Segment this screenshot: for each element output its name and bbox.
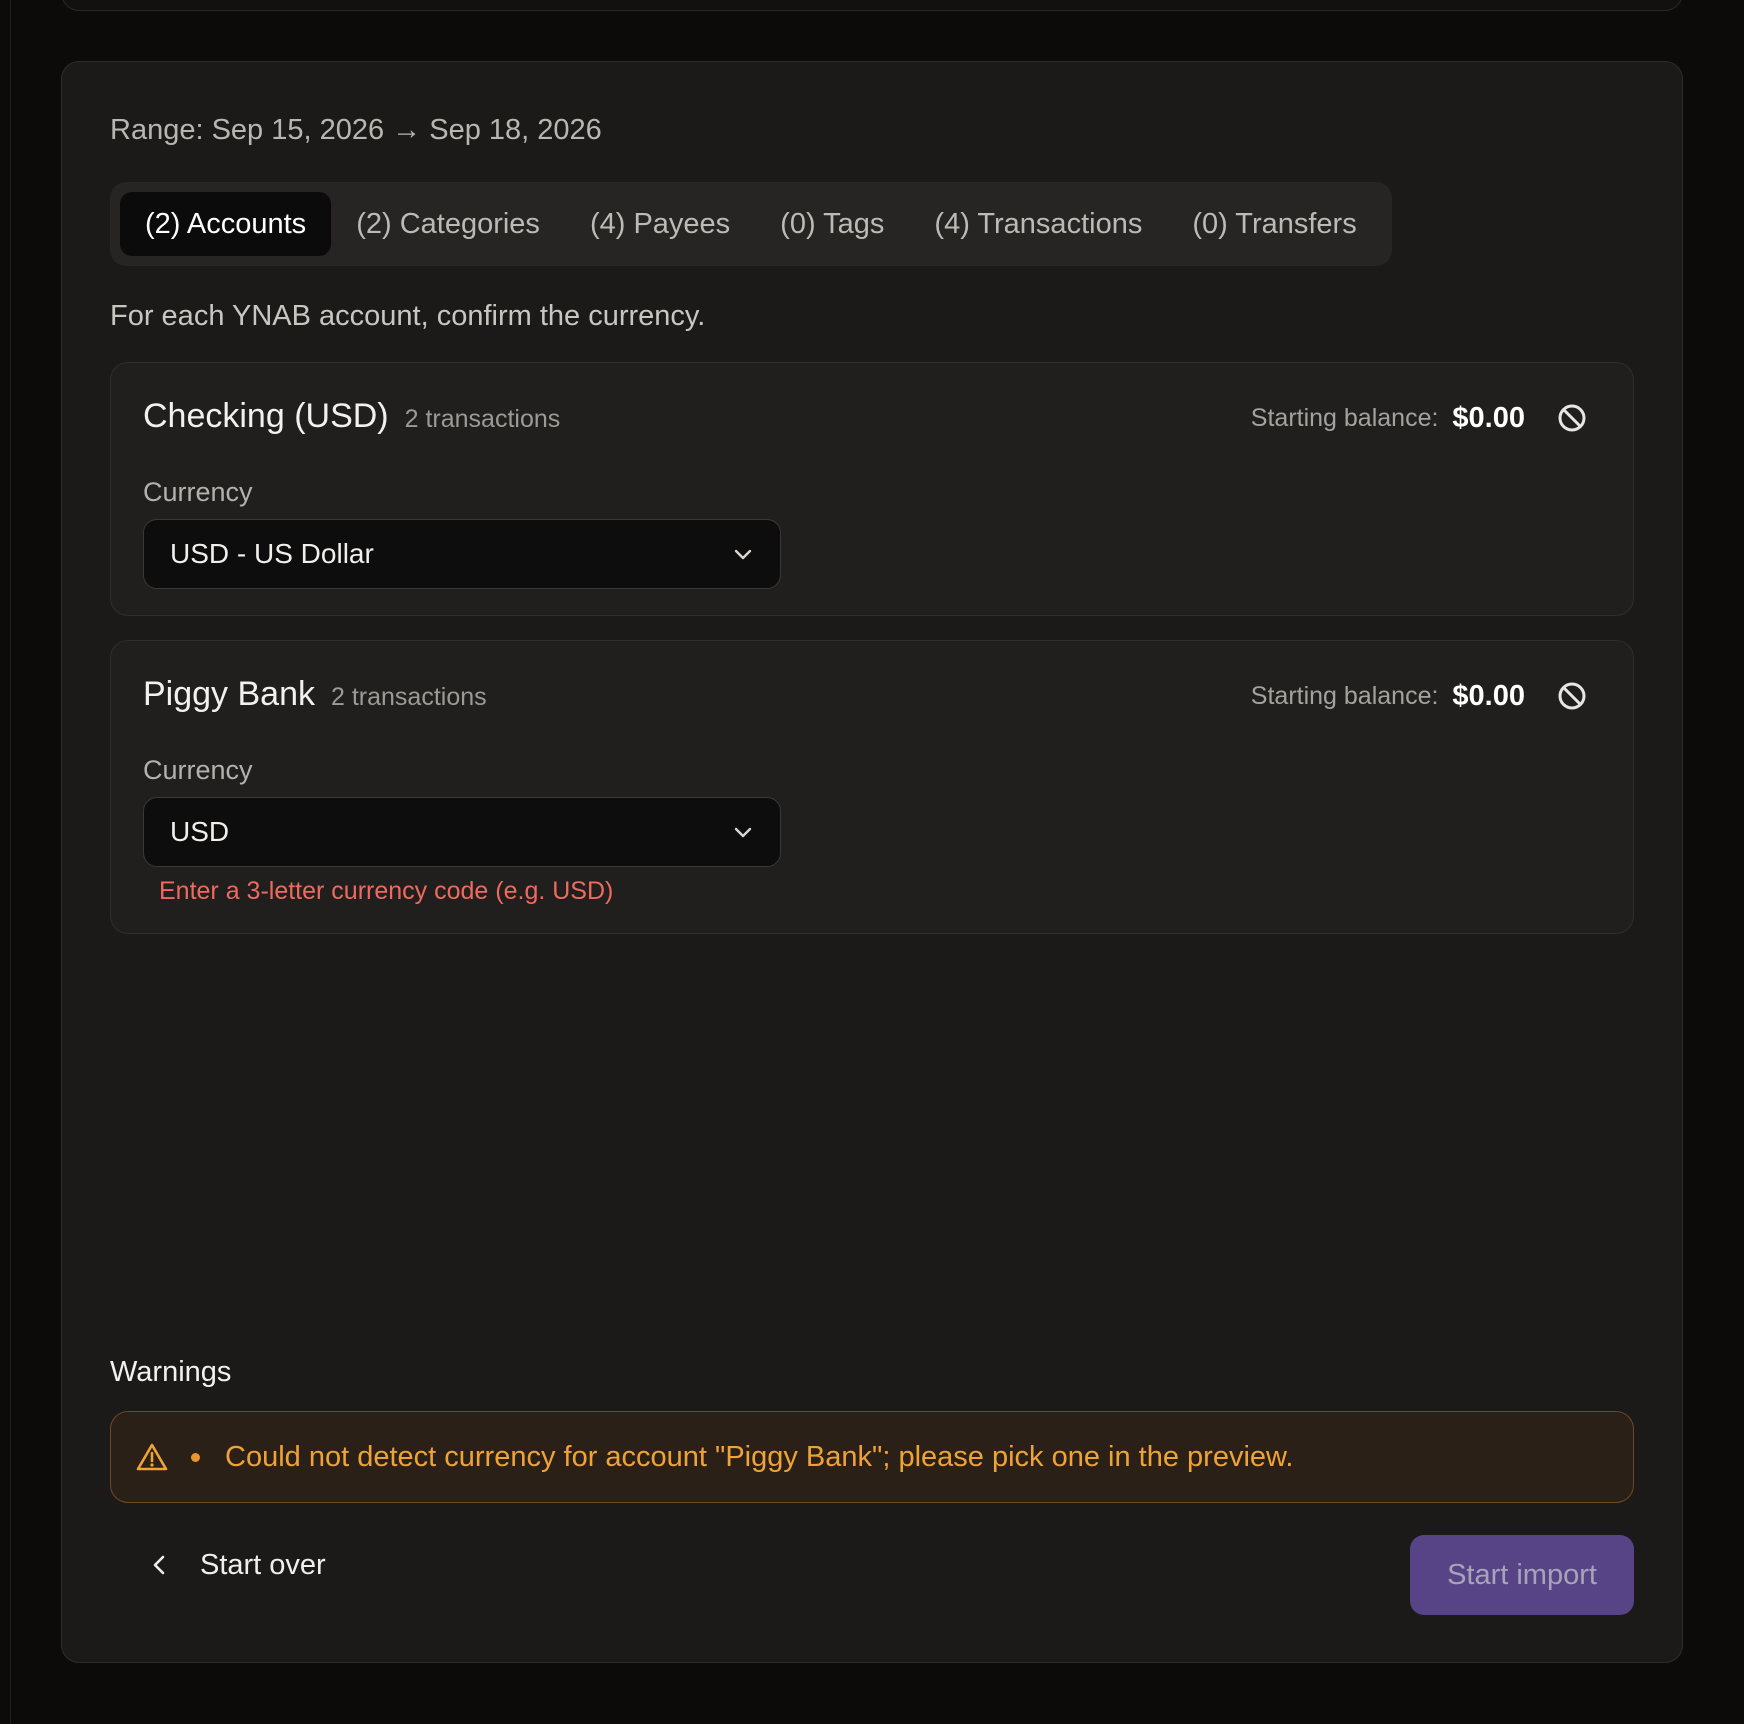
starting-balance-value: $0.00 [1452, 401, 1525, 434]
tab-transfers[interactable]: (0) Transfers [1167, 192, 1381, 256]
account-name: Piggy Bank [143, 675, 315, 713]
previous-card-edge [61, 0, 1683, 11]
starting-balance-value: $0.00 [1452, 679, 1525, 712]
date-range: Range: Sep 15, 2026 → Sep 18, 2026 [110, 114, 602, 146]
tab-transactions[interactable]: (4) Transactions [909, 192, 1167, 256]
currency-select-value: USD - US Dollar [170, 538, 374, 569]
page-frame: Range: Sep 15, 2026 → Sep 18, 2026 (2) A… [0, 0, 1744, 1724]
exclude-account-icon[interactable] [1555, 401, 1589, 435]
account-title: Piggy Bank 2 transactions [143, 675, 487, 714]
warning-triangle-icon [136, 1443, 168, 1471]
currency-select[interactable]: USD [143, 797, 781, 867]
start-over-label: Start over [200, 1548, 326, 1581]
account-title: Checking (USD) 2 transactions [143, 397, 560, 436]
import-preview-card: Range: Sep 15, 2026 → Sep 18, 2026 (2) A… [61, 61, 1683, 1663]
chevron-down-icon [734, 549, 752, 560]
starting-balance: Starting balance: $0.00 [1251, 679, 1589, 713]
warning-banner: Could not detect currency for account "P… [110, 1411, 1634, 1503]
starting-balance-label: Starting balance: [1250, 403, 1439, 432]
currency-select[interactable]: USD - US Dollar [143, 519, 781, 589]
tab-categories[interactable]: (2) Categories [331, 192, 565, 256]
account-name: Checking (USD) [143, 397, 389, 435]
chevron-left-icon [153, 1555, 165, 1575]
tab-payees[interactable]: (4) Payees [565, 192, 755, 256]
transaction-count: 2 transactions [331, 683, 487, 711]
tab-accounts[interactable]: (2) Accounts [120, 192, 332, 256]
tab-tags[interactable]: (0) Tags [755, 192, 909, 256]
account-card-checking: Checking (USD) 2 transactions Starting ba… [110, 362, 1634, 616]
currency-label: Currency [143, 755, 253, 785]
left-divider [10, 0, 11, 1724]
transaction-count: 2 transactions [404, 405, 561, 433]
starting-balance-label: Starting balance: [1250, 681, 1439, 710]
chevron-down-icon [734, 827, 752, 838]
exclude-account-icon[interactable] [1555, 679, 1589, 713]
start-over-button[interactable]: Start over [146, 1530, 326, 1600]
warning-message: Could not detect currency for account "P… [225, 1440, 1294, 1473]
account-card-piggy-bank: Piggy Bank 2 transactions Starting balanc… [110, 640, 1634, 934]
currency-label: Currency [143, 477, 253, 507]
warning-bullet [191, 1452, 200, 1462]
preview-tabs: (2) Accounts (2) Categories (4) Payees (… [110, 182, 1392, 266]
instruction-text: For each YNAB account, confirm the curre… [110, 300, 706, 332]
currency-error-message: Enter a 3-letter currency code (e.g. USD… [159, 877, 614, 905]
starting-balance: Starting balance: $0.00 [1251, 401, 1589, 435]
currency-select-value: USD [170, 816, 230, 847]
start-import-button[interactable]: Start import [1410, 1535, 1634, 1615]
warnings-heading: Warnings [110, 1356, 232, 1388]
